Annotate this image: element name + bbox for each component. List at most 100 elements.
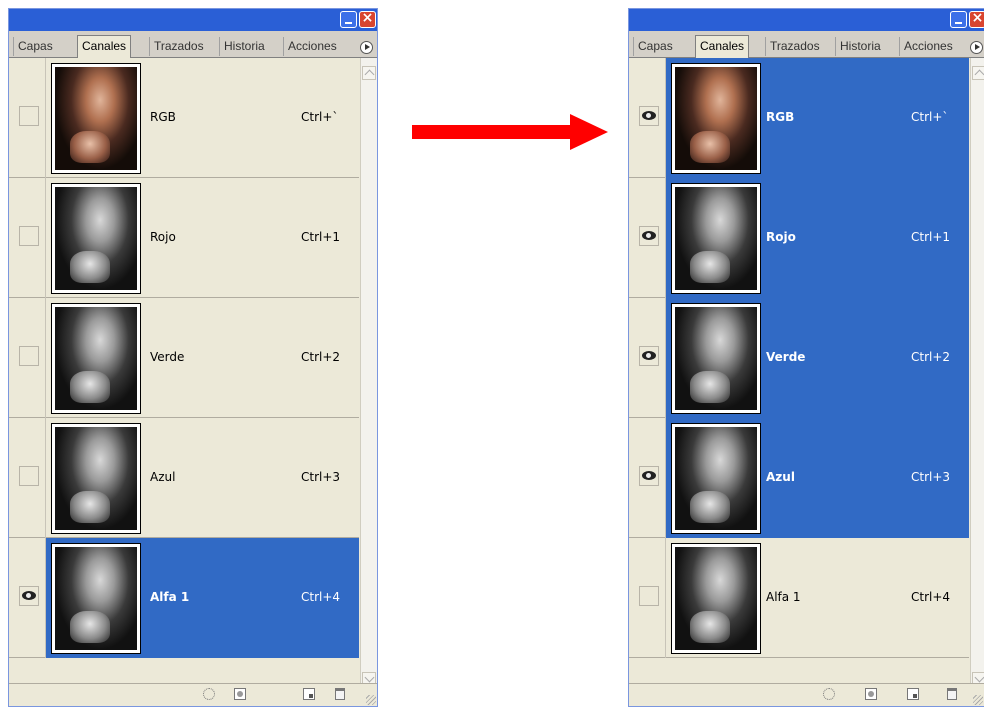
channel-shortcut: Ctrl+3 [301, 470, 341, 484]
tab-bar: Capas Canales Trazados Historia Acciones [9, 31, 377, 58]
tab-historia[interactable]: Historia [835, 37, 885, 56]
channel-shortcut: Ctrl+2 [301, 350, 341, 364]
close-button[interactable]: × [969, 10, 984, 28]
visibility-toggle[interactable] [19, 466, 39, 486]
tab-historia[interactable]: Historia [219, 37, 269, 56]
channel-content[interactable]: RGB Ctrl+` [666, 58, 969, 178]
channel-row[interactable]: Rojo Ctrl+1 [9, 178, 359, 298]
scroll-up-arrow[interactable] [972, 66, 984, 80]
panel-menu-icon[interactable] [360, 41, 373, 54]
channel-thumbnail [671, 543, 761, 654]
visibility-toggle[interactable] [19, 226, 39, 246]
channel-shortcut: Ctrl+4 [911, 590, 951, 604]
channel-thumbnail [51, 543, 141, 654]
right-arrow-icon [412, 114, 608, 150]
visibility-toggle[interactable] [639, 586, 659, 606]
channel-content[interactable]: Verde Ctrl+2 [46, 298, 359, 418]
load-selection-icon[interactable] [203, 688, 215, 700]
channel-content[interactable]: Alfa 1 Ctrl+4 [46, 538, 359, 658]
delete-channel-icon[interactable] [947, 688, 957, 700]
eye-icon [22, 591, 36, 600]
channel-row[interactable]: Verde Ctrl+2 [629, 298, 969, 418]
tab-canales[interactable]: Canales [77, 35, 132, 58]
visibility-column [629, 178, 666, 298]
channel-row[interactable]: RGB Ctrl+` [9, 58, 359, 178]
eye-icon [642, 231, 656, 240]
visibility-toggle[interactable] [19, 106, 39, 126]
channel-name: RGB [150, 110, 176, 124]
visibility-toggle[interactable] [639, 226, 659, 246]
visibility-column [629, 418, 666, 538]
channel-name: Azul [766, 470, 795, 484]
visibility-column [9, 298, 46, 418]
channel-content[interactable]: Alfa 1 Ctrl+4 [666, 538, 969, 658]
load-selection-icon[interactable] [823, 688, 835, 700]
tab-trazados[interactable]: Trazados [149, 37, 208, 56]
panel-menu-icon[interactable] [970, 41, 983, 54]
channel-shortcut: Ctrl+1 [301, 230, 341, 244]
channel-content[interactable]: Rojo Ctrl+1 [46, 178, 359, 298]
channel-row[interactable]: Alfa 1 Ctrl+4 [629, 538, 969, 658]
new-channel-icon[interactable] [303, 688, 315, 700]
channel-shortcut: Ctrl+` [301, 110, 339, 124]
channel-thumbnail [671, 303, 761, 414]
channel-name: Rojo [766, 230, 796, 244]
visibility-column [629, 58, 666, 178]
channel-shortcut: Ctrl+4 [301, 590, 341, 604]
channel-thumbnail [671, 423, 761, 534]
visibility-toggle[interactable] [639, 466, 659, 486]
channel-name: Verde [766, 350, 806, 364]
minimize-button[interactable] [340, 11, 357, 28]
channel-content[interactable]: Azul Ctrl+3 [666, 418, 969, 538]
channel-row[interactable]: Azul Ctrl+3 [629, 418, 969, 538]
channel-row[interactable]: Verde Ctrl+2 [9, 298, 359, 418]
tab-canales[interactable]: Canales [695, 35, 750, 58]
channel-content[interactable]: Azul Ctrl+3 [46, 418, 359, 538]
channel-thumbnail [51, 303, 141, 414]
delete-channel-icon[interactable] [335, 688, 345, 700]
resize-grip-icon[interactable] [366, 695, 376, 705]
channel-shortcut: Ctrl+3 [911, 470, 951, 484]
visibility-toggle[interactable] [639, 346, 659, 366]
new-channel-icon[interactable] [907, 688, 919, 700]
channel-shortcut: Ctrl+` [911, 110, 949, 124]
tab-acciones[interactable]: Acciones [899, 37, 957, 56]
channel-row[interactable]: RGB Ctrl+` [629, 58, 969, 178]
close-button[interactable]: × [359, 10, 376, 28]
visibility-column [9, 58, 46, 178]
channel-row[interactable]: Alfa 1 Ctrl+4 [9, 538, 359, 658]
channel-row[interactable]: Rojo Ctrl+1 [629, 178, 969, 298]
channel-name: Alfa 1 [766, 590, 801, 604]
visibility-toggle[interactable] [19, 586, 39, 606]
scrollbar[interactable] [970, 58, 984, 694]
channel-content[interactable]: Verde Ctrl+2 [666, 298, 969, 418]
save-selection-icon[interactable] [865, 688, 877, 700]
channel-content[interactable]: Rojo Ctrl+1 [666, 178, 969, 298]
eye-icon [642, 111, 656, 120]
channel-name: Verde [150, 350, 185, 364]
channel-name: Rojo [150, 230, 176, 244]
channel-row[interactable]: Azul Ctrl+3 [9, 418, 359, 538]
visibility-toggle[interactable] [639, 106, 659, 126]
visibility-column [629, 298, 666, 418]
scrollbar[interactable] [360, 58, 377, 694]
tab-acciones[interactable]: Acciones [283, 37, 341, 56]
tab-trazados[interactable]: Trazados [765, 37, 824, 56]
minimize-button[interactable] [950, 11, 967, 28]
panel-footer [9, 683, 377, 706]
resize-grip-icon[interactable] [973, 695, 983, 705]
visibility-toggle[interactable] [19, 346, 39, 366]
scroll-up-arrow[interactable] [362, 66, 376, 80]
tab-capas[interactable]: Capas [633, 37, 677, 56]
save-selection-icon[interactable] [234, 688, 246, 700]
channel-content[interactable]: RGB Ctrl+` [46, 58, 359, 178]
channel-name: Azul [150, 470, 176, 484]
channel-name: Alfa 1 [150, 590, 190, 604]
channels-panel-before: × Capas Canales Trazados Historia Accion… [8, 8, 378, 707]
channel-thumbnail [51, 423, 141, 534]
eye-icon [642, 471, 656, 480]
visibility-column [9, 418, 46, 538]
tab-capas[interactable]: Capas [13, 37, 57, 56]
panel-titlebar: × [629, 9, 984, 31]
close-icon: × [971, 10, 984, 26]
